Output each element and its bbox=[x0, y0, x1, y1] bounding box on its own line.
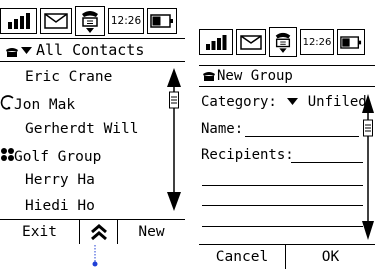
scrollbar[interactable] bbox=[166, 67, 182, 212]
clock: 12:26 bbox=[108, 8, 144, 34]
phonebook-icon bbox=[5, 44, 19, 57]
contact-name: Jon Mak bbox=[14, 97, 76, 113]
contact-list-item[interactable]: Gerherdt Will bbox=[4, 121, 139, 137]
contact-list-item[interactable]: Golf Group bbox=[0, 147, 101, 167]
new-group-screen: 12:26 New Group Category: Unfiled Name: … bbox=[199, 27, 375, 269]
contact-name: Gerherdt Will bbox=[25, 121, 139, 137]
new-button[interactable]: New bbox=[118, 220, 185, 244]
name-field[interactable] bbox=[245, 136, 359, 137]
message-icon[interactable] bbox=[236, 29, 266, 55]
new-group-title-bar: New Group bbox=[199, 65, 375, 87]
name-label: Name: bbox=[201, 121, 244, 137]
contact-list-item[interactable]: Herry Ha bbox=[4, 172, 95, 188]
battery-icon bbox=[147, 8, 177, 34]
exit-button[interactable]: Exit bbox=[0, 220, 80, 244]
battery-icon bbox=[337, 29, 365, 55]
softkey-bar: Cancel OK bbox=[199, 244, 375, 269]
phone-icon[interactable] bbox=[75, 6, 105, 36]
pointer-indicator-icon bbox=[92, 245, 98, 267]
contact-list-item[interactable]: Hiedi Ho bbox=[4, 198, 95, 214]
scrollbar[interactable] bbox=[361, 93, 375, 241]
phone-icon[interactable] bbox=[269, 27, 297, 57]
contacts-screen: 12:26 All Contacts Eric Crane Jon Mak Gerh… bbox=[0, 0, 185, 244]
contacts-title-bar[interactable]: All Contacts bbox=[0, 38, 185, 62]
cancel-button[interactable]: Cancel bbox=[199, 245, 286, 269]
dropdown-arrow-icon[interactable] bbox=[21, 41, 33, 59]
signal-icon bbox=[0, 8, 37, 34]
call-icon bbox=[0, 95, 14, 115]
screen-title: New Group bbox=[217, 68, 293, 84]
contact-name: Golf Group bbox=[14, 149, 102, 165]
recipients-line-3[interactable] bbox=[202, 205, 363, 206]
status-bar: 12:26 bbox=[199, 27, 368, 57]
recipients-label: Recipients: bbox=[201, 147, 294, 163]
phonebook-icon bbox=[202, 70, 216, 82]
softkey-bar: Exit New bbox=[0, 219, 185, 244]
category-label: Category: bbox=[201, 94, 277, 110]
recipients-line-4[interactable] bbox=[202, 226, 363, 227]
clock: 12:26 bbox=[300, 29, 334, 55]
group-icon bbox=[0, 147, 14, 167]
message-icon[interactable] bbox=[40, 8, 72, 34]
category-row[interactable]: Category: Unfiled bbox=[201, 94, 367, 110]
menu-up-button[interactable] bbox=[80, 220, 118, 244]
category-value[interactable]: Unfiled bbox=[308, 94, 367, 110]
recipients-field[interactable] bbox=[291, 162, 363, 163]
contact-name: Hiedi Ho bbox=[25, 198, 95, 214]
double-chevron-up-icon bbox=[90, 224, 107, 241]
dropdown-arrow-icon[interactable] bbox=[287, 94, 299, 110]
ok-button[interactable]: OK bbox=[286, 245, 375, 269]
contacts-filter-label: All Contacts bbox=[36, 41, 145, 59]
contact-list-item[interactable]: Eric Crane bbox=[4, 69, 112, 85]
contact-name: Herry Ha bbox=[25, 172, 95, 188]
contact-name: Eric Crane bbox=[25, 69, 113, 85]
contact-list-item[interactable]: Jon Mak bbox=[0, 95, 75, 115]
recipients-line-2[interactable] bbox=[202, 185, 363, 186]
signal-icon bbox=[199, 29, 233, 55]
status-bar: 12:26 bbox=[0, 6, 180, 36]
